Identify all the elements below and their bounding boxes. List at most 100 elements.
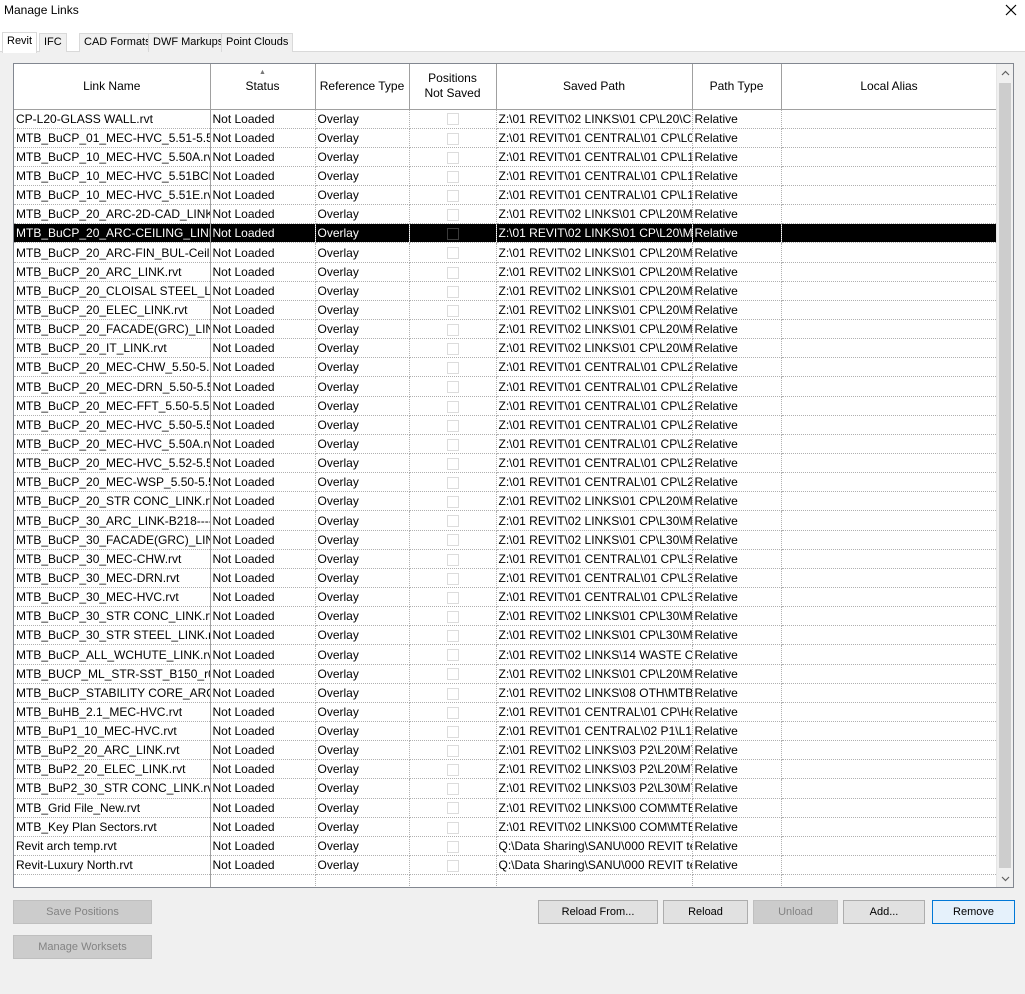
saved-path-cell[interactable]: Z:\01 REVIT\01 CENTRAL\01 CP\L20\ [496,453,693,474]
link-name-cell[interactable]: MTB_BuCP_20_MEC-WSP_5.50-5.51C. [14,472,211,493]
local-alias-cell[interactable] [781,855,998,876]
status-cell[interactable]: Not Loaded [210,606,316,627]
link-name-cell[interactable]: MTB_BuCP_20_ARC-2D-CAD_LINK.rv [14,204,211,225]
status-cell[interactable]: Not Loaded [210,204,316,225]
link-name-cell[interactable]: MTB_BUCP_ML_STR-SST_B150_r03_C [14,664,211,684]
path-type-cell[interactable]: Relative [692,606,782,627]
tab-ifc[interactable]: IFC [39,33,67,52]
local-alias-cell[interactable] [781,453,998,474]
link-name-cell[interactable]: MTB_BuCP_30_MEC-DRN.rvt [14,568,211,589]
scrollbar-thumb[interactable] [999,83,1011,868]
reference-type-cell[interactable]: Overlay [315,281,410,301]
status-cell[interactable]: Not Loaded [210,242,316,263]
status-cell[interactable]: Not Loaded [210,338,316,359]
reference-type-cell[interactable]: Overlay [315,664,410,684]
path-type-cell[interactable]: Relative [692,549,782,569]
table-row[interactable]: MTB_BuCP_10_MEC-HVC_5.51E.rvt Not Loaded O… [14,185,998,206]
path-type-cell[interactable]: Relative [692,855,782,876]
reference-type-cell[interactable]: Overlay [315,166,410,187]
reference-type-cell[interactable]: Overlay [315,396,410,416]
local-alias-cell[interactable] [781,300,998,321]
status-cell[interactable]: Not Loaded [210,568,316,589]
table-row[interactable]: MTB_BuCP_20_MEC-CHW_5.50-5.51C Not Loaded… [14,357,998,378]
link-name-cell[interactable]: MTB_BuCP_30_ARC_LINK-B218-----T [14,510,211,531]
reference-type-cell[interactable]: Overlay [315,798,410,818]
positions-not-saved-cell[interactable] [409,109,497,129]
local-alias-cell[interactable] [781,836,998,856]
close-icon[interactable] [1001,0,1021,20]
saved-path-cell[interactable]: Z:\01 REVIT\01 CENTRAL\01 CP\L10\ [496,185,693,206]
reference-type-cell[interactable]: Overlay [315,759,410,780]
link-name-cell[interactable]: MTB_BuCP_20_ARC-FIN_BUL-Ceiling [14,242,211,263]
saved-path-cell[interactable]: Z:\01 REVIT\01 CENTRAL\01 CP\L20\ [496,472,693,493]
table-row[interactable]: MTB_BuCP_20_MEC-WSP_5.50-5.51C.Not Loade… [14,472,998,493]
saved-path-cell[interactable]: Z:\01 REVIT\02 LINKS\14 WASTE CH [496,644,693,665]
local-alias-cell[interactable] [781,568,998,589]
local-alias-cell[interactable] [781,587,998,608]
saved-path-cell[interactable]: Z:\01 REVIT\02 LINKS\01 CP\L20\MT [496,242,693,263]
status-cell[interactable]: Not Loaded [210,836,316,856]
link-name-cell[interactable]: MTB_BuCP_10_MEC-HVC_5.51BCD.rv [14,166,211,187]
status-cell[interactable]: Not Loaded [210,396,316,416]
link-name-cell[interactable]: MTB_BuCP_30_STR STEEL_LINK.rvt [14,625,211,646]
table-row[interactable]: MTB_BuCP_01_MEC-HVC_5.51-5.53B Not Loaded… [14,128,998,148]
local-alias-cell[interactable] [781,319,998,340]
status-cell[interactable]: Not Loaded [210,147,316,167]
link-name-cell[interactable]: MTB_BuCP_20_ARC_LINK.rvt [14,262,211,282]
saved-path-cell[interactable]: Z:\01 REVIT\02 LINKS\03 P2\L20\MT [496,740,693,761]
status-cell[interactable]: Not Loaded [210,759,316,780]
table-row[interactable]: Revit arch temp.rvt Not Loaded Overlay Q:\D… [14,836,998,856]
path-type-cell[interactable]: Relative [692,128,782,148]
reference-type-cell[interactable]: Overlay [315,702,410,723]
reference-type-cell[interactable]: Overlay [315,778,410,799]
table-row[interactable]: MTB_BuCP_20_ELEC_LINK.rvt Not Loaded Overl… [14,300,998,321]
saved-path-cell[interactable]: Z:\01 REVIT\01 CENTRAL\01 CP\L30\ [496,549,693,569]
table-row[interactable]: MTB_BuCP_20_MEC-HVC_5.50-5.51B. Not Loade… [14,415,998,435]
path-type-cell[interactable]: Relative [692,204,782,225]
path-type-cell[interactable]: Relative [692,817,782,837]
positions-not-saved-cell[interactable] [409,530,497,550]
link-name-cell[interactable]: MTB_BuCP_01_MEC-HVC_5.51-5.53B [14,128,211,148]
status-cell[interactable]: Not Loaded [210,530,316,550]
table-row[interactable]: MTB_Grid File_New.rvt Not Loaded Overlay Z:… [14,798,998,818]
reference-type-cell[interactable]: Overlay [315,109,410,129]
path-type-cell[interactable]: Relative [692,759,782,780]
status-cell[interactable]: Not Loaded [210,549,316,569]
saved-path-cell[interactable]: Z:\01 REVIT\01 CENTRAL\01 CP\L20\ [496,357,693,378]
local-alias-cell[interactable] [781,702,998,723]
col-header-saved-path[interactable]: Saved Path [496,64,693,110]
local-alias-cell[interactable] [781,262,998,282]
saved-path-cell[interactable]: Z:\01 REVIT\02 LINKS\01 CP\L20\MT [496,300,693,321]
reference-type-cell[interactable]: Overlay [315,434,410,455]
reference-type-cell[interactable]: Overlay [315,242,410,263]
local-alias-cell[interactable] [781,281,998,301]
table-row[interactable]: MTB_BUCP_ML_STR-SST_B150_r03_CNot Loaded… [14,664,998,684]
local-alias-cell[interactable] [781,683,998,703]
link-name-cell[interactable]: MTB_BuCP_20_IT_LINK.rvt [14,338,211,359]
local-alias-cell[interactable] [781,472,998,493]
local-alias-cell[interactable] [781,549,998,569]
table-row[interactable]: MTB_BuP1_10_MEC-HVC.rvt Not Loaded Overlay… [14,721,998,742]
local-alias-cell[interactable] [781,242,998,263]
positions-not-saved-cell[interactable] [409,185,497,206]
path-type-cell[interactable]: Relative [692,740,782,761]
saved-path-cell[interactable]: Z:\01 REVIT\01 CENTRAL\01 CP\L30\ [496,568,693,589]
local-alias-cell[interactable] [781,147,998,167]
path-type-cell[interactable]: Relative [692,396,782,416]
local-alias-cell[interactable] [781,606,998,627]
table-row[interactable]: MTB_BuP2_20_ARC_LINK.rvt Not Loaded Overla… [14,740,998,761]
col-header-link-name[interactable]: Link Name [14,64,211,110]
saved-path-cell[interactable]: Z:\01 REVIT\01 CENTRAL\01 CP\L20\ [496,376,693,397]
local-alias-cell[interactable] [781,721,998,742]
table-row[interactable]: MTB_BuCP_30_STR STEEL_LINK.rvt Not Loaded… [14,625,998,646]
reference-type-cell[interactable]: Overlay [315,510,410,531]
local-alias-cell[interactable] [781,338,998,359]
link-name-cell[interactable]: MTB_BuCP_20_MEC-HVC_5.50-5.51B. [14,415,211,435]
local-alias-cell[interactable] [781,664,998,684]
saved-path-cell[interactable]: Z:\01 REVIT\01 CENTRAL\01 CP\Hot [496,702,693,723]
link-name-cell[interactable]: MTB_BuCP_20_MEC-FFT_5.50-5.51C.r [14,396,211,416]
table-row[interactable]: MTB_BuCP_20_CLOISAL STEEL_LINK.rNot Load… [14,281,998,301]
path-type-cell[interactable]: Relative [692,376,782,397]
local-alias-cell[interactable] [781,759,998,780]
tab-point-clouds[interactable]: Point Clouds [221,33,294,52]
